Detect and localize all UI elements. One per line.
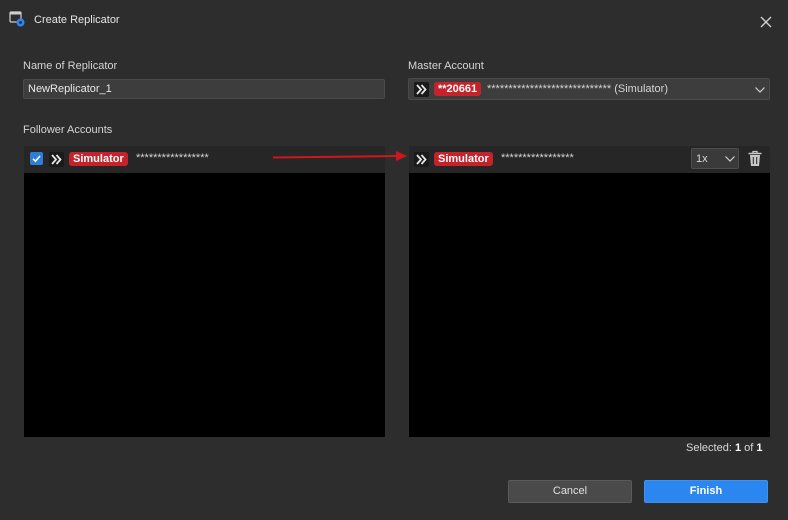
list-item[interactable]: Simulator ***************** 1x: [409, 146, 770, 173]
account-type-icon: [414, 152, 429, 167]
selected-followers-list[interactable]: Simulator ***************** 1x: [409, 146, 770, 437]
create-replicator-dialog: Create Replicator Name of Replicator New…: [0, 0, 788, 520]
master-account-number: *****************************: [487, 83, 612, 95]
selection-total-value: 1: [756, 442, 763, 454]
account-number: *****************: [501, 152, 574, 164]
transfer-arrow-icon: [272, 151, 407, 161]
master-account-masked: ***************************** (Simulator…: [487, 83, 668, 95]
follower-accounts-label: Follower Accounts: [23, 124, 113, 136]
chevron-down-icon: [725, 156, 735, 162]
selection-of: of: [744, 442, 754, 454]
selection-count-value: 1: [734, 442, 742, 454]
cancel-button[interactable]: Cancel: [508, 480, 632, 503]
finish-button[interactable]: Finish: [644, 480, 768, 503]
account-number: *****************: [136, 152, 209, 164]
chevron-down-icon: [755, 87, 765, 93]
account-badge: Simulator: [69, 152, 128, 166]
replicator-name-input[interactable]: NewReplicator_1: [23, 79, 385, 99]
available-accounts-list[interactable]: Simulator *****************: [24, 146, 385, 437]
trash-icon[interactable]: [747, 150, 763, 167]
multiplier-value: 1x: [696, 153, 708, 165]
master-account-badge: **20661: [434, 82, 482, 96]
master-account-select[interactable]: **20661 ***************************** (S…: [408, 78, 770, 100]
account-type-icon: [49, 152, 64, 167]
selection-prefix: Selected:: [686, 442, 732, 454]
master-account-type: (Simulator): [614, 83, 669, 95]
account-badge: Simulator: [434, 152, 493, 166]
account-type-icon: [414, 82, 429, 97]
master-account-label: Master Account: [408, 60, 484, 72]
dialog-title: Create Replicator: [34, 14, 120, 26]
follower-checkbox[interactable]: [30, 152, 43, 165]
close-icon[interactable]: [756, 12, 776, 32]
replicator-icon: [9, 11, 25, 27]
multiplier-select[interactable]: 1x: [691, 148, 739, 169]
selection-count: Selected: 1 of 1: [686, 442, 763, 454]
name-label: Name of Replicator: [23, 60, 118, 72]
